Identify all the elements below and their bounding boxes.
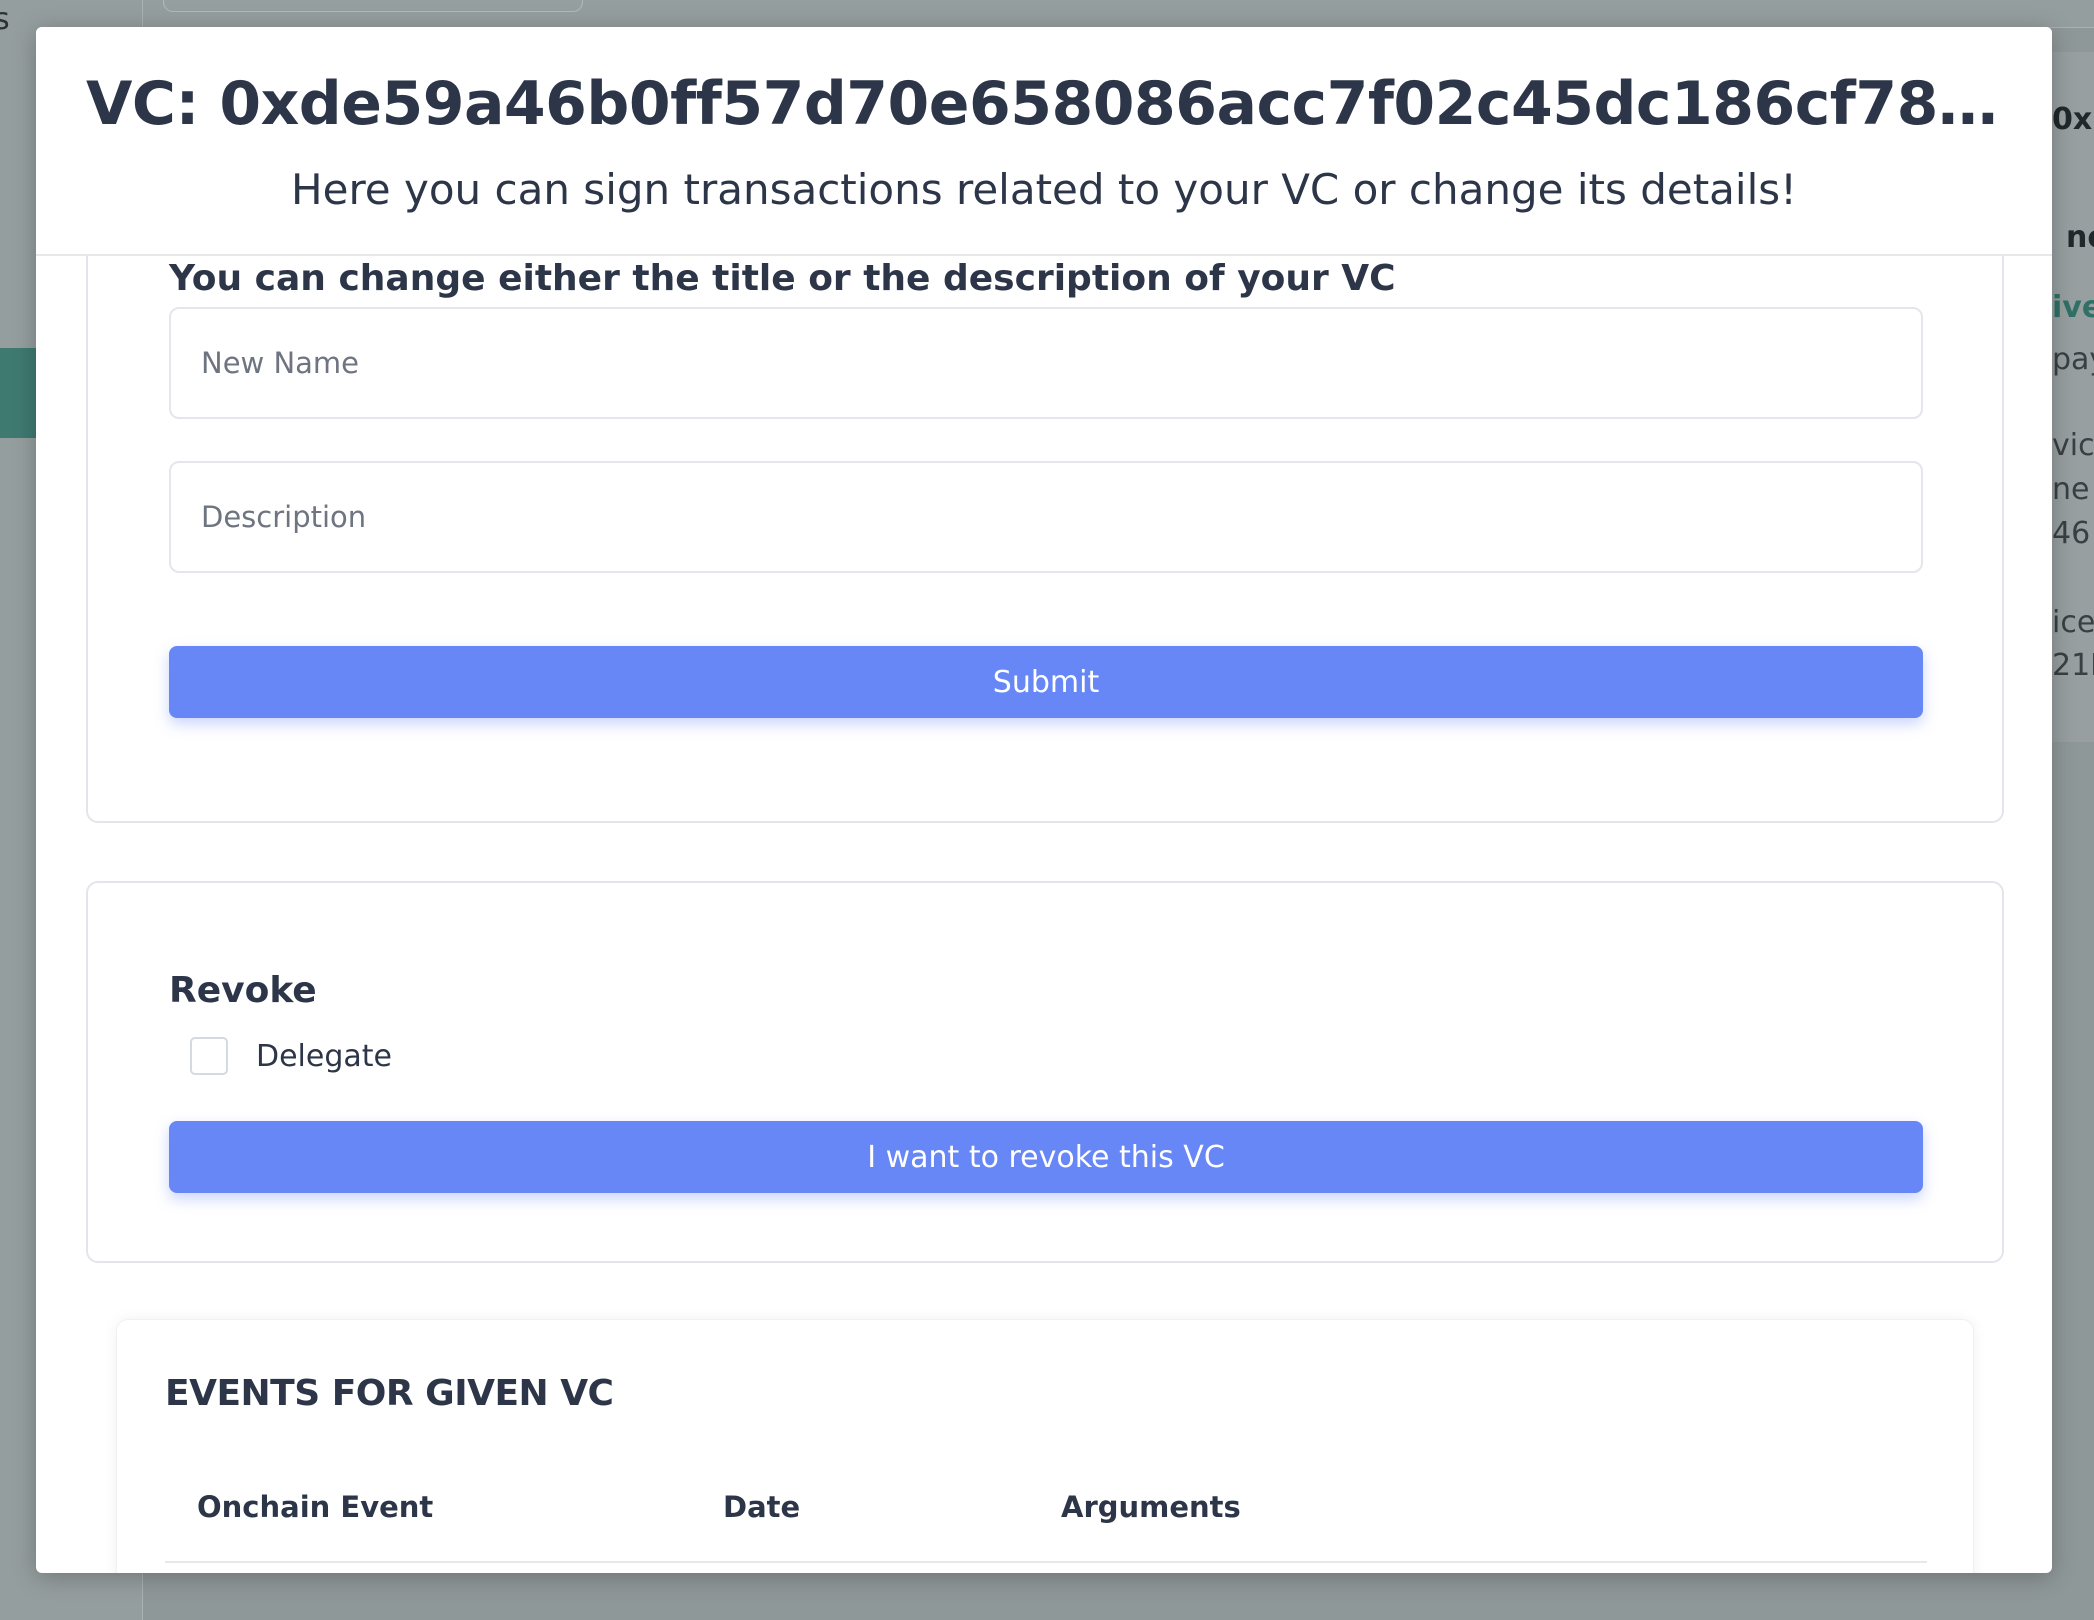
revoke-card: Revoke Delegate I want to revoke this VC [86, 881, 2004, 1263]
events-table-header: Onchain Event Date Arguments [165, 1470, 1927, 1563]
background-text: vice [2052, 428, 2094, 463]
background-text: ive [2052, 290, 2094, 325]
delegate-label: Delegate [256, 1038, 392, 1074]
background-text: ne [2052, 472, 2090, 507]
modal-title: VC: 0xde59a46b0ff57d70e658086acc7f02c45d… [86, 69, 2016, 139]
background-sidebar-text: s [0, 2, 10, 37]
submit-button[interactable]: Submit [169, 646, 1923, 718]
delegate-checkbox[interactable] [190, 1037, 228, 1075]
modal-subtitle: Here you can sign transactions related t… [291, 165, 1797, 214]
revoke-button[interactable]: I want to revoke this VC [169, 1121, 1923, 1193]
column-header-arguments: Arguments [1061, 1490, 1241, 1524]
new-name-input[interactable] [169, 307, 1923, 419]
column-header-date: Date [723, 1490, 801, 1524]
edit-vc-card: You can change either the title or the d… [86, 256, 2004, 823]
background-text: 0x [2052, 102, 2093, 137]
background-text: 46 [2052, 516, 2091, 551]
background-header-search [163, 0, 583, 12]
modal-body[interactable]: You can change either the title or the d… [36, 256, 2052, 1573]
revoke-heading: Revoke [169, 970, 317, 1011]
modal-header: VC: 0xde59a46b0ff57d70e658086acc7f02c45d… [36, 27, 2052, 256]
vc-modal: VC: 0xde59a46b0ff57d70e658086acc7f02c45d… [36, 27, 2052, 1573]
events-heading: EVENTS FOR GIVEN VC [165, 1373, 614, 1414]
background-text: ne [2066, 220, 2094, 255]
background-text: 21E [2052, 648, 2094, 683]
background-text: ice [2052, 605, 2094, 640]
events-card: EVENTS FOR GIVEN VC Onchain Event Date A… [116, 1319, 1974, 1573]
background-sidebar-active-item [0, 348, 38, 438]
edit-heading: You can change either the title or the d… [169, 258, 1396, 299]
delegate-checkbox-row[interactable]: Delegate [190, 1036, 392, 1076]
description-input[interactable] [169, 461, 1923, 573]
background-text: pay [2052, 342, 2094, 377]
column-header-onchain-event: Onchain Event [197, 1490, 434, 1524]
